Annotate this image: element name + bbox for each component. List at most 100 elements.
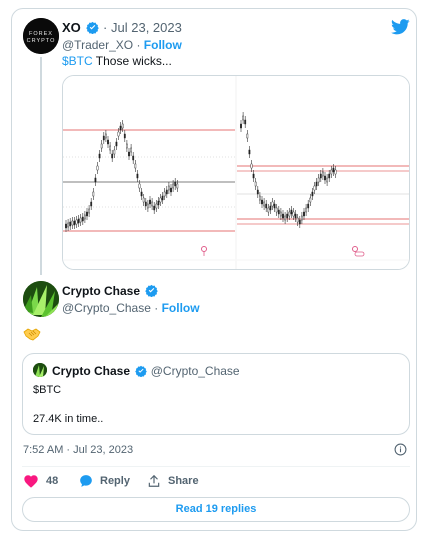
divider [22, 466, 410, 467]
candle-body [134, 163, 137, 169]
candle-body [322, 171, 324, 177]
like-button[interactable]: 48 [23, 474, 58, 488]
tweet-text: $BTC Those wicks... [62, 54, 172, 68]
candle-body [144, 201, 147, 207]
candle-body [254, 181, 257, 187]
candle-body [326, 177, 328, 183]
candle-body [258, 195, 261, 201]
candle-body [71, 220, 74, 226]
candle-body [65, 223, 67, 229]
candle-body [328, 173, 331, 179]
follow-button[interactable]: Follow [144, 38, 182, 52]
candlestick-chart-image [63, 76, 409, 269]
candle-body [79, 217, 82, 223]
candle-body [161, 195, 164, 201]
reply-header: Crypto Chase [62, 284, 159, 300]
candle-body [98, 153, 101, 159]
candle-body [128, 151, 130, 157]
candle-body [102, 135, 105, 141]
reply-author-name[interactable]: Crypto Chase [62, 284, 140, 298]
candle-body [286, 213, 289, 219]
candle-body [123, 133, 126, 139]
candle-body [119, 125, 122, 131]
candle-body [313, 185, 316, 191]
candle-body [109, 145, 112, 151]
candle-body [315, 181, 318, 187]
reply-button[interactable]: Reply [79, 474, 130, 488]
candle-body [75, 219, 78, 225]
candle-body [113, 149, 116, 155]
thread-line [40, 57, 42, 275]
candle-body [167, 185, 170, 191]
candle-body [96, 165, 99, 171]
share-button[interactable]: Share [147, 474, 199, 488]
candle-body [275, 207, 278, 213]
candle-body [292, 211, 295, 217]
candle-body [298, 219, 301, 225]
candle-body [176, 183, 179, 189]
candle-body [303, 211, 305, 217]
follow-button[interactable]: Follow [162, 301, 200, 315]
tweet-media-chart[interactable] [62, 75, 410, 270]
handshake-emoji-icon [23, 327, 41, 346]
quote-tweet[interactable]: Crypto Chase @Crypto_Chase $BTC 27.4K in… [22, 353, 410, 435]
candle-body [140, 191, 143, 197]
candle-body [115, 141, 118, 147]
candle-body [309, 197, 312, 203]
candle-body [84, 214, 86, 220]
candle-body [88, 208, 90, 214]
candle-body [332, 167, 335, 173]
quote-author-name: Crypto Chase [52, 364, 131, 378]
quote-text-line1: $BTC [33, 384, 62, 396]
candle-body [73, 220, 76, 226]
candle-body [277, 209, 280, 215]
candle-body [265, 203, 268, 209]
tweet-subheader: @Trader_XO · Follow [62, 38, 182, 52]
candle-body [252, 173, 255, 179]
candle-body [138, 183, 141, 189]
reply-bubble-icon [80, 475, 92, 487]
avatar-image [23, 281, 59, 317]
candle-body [263, 201, 265, 207]
candle-body [273, 203, 276, 209]
candle-body [90, 201, 93, 207]
read-replies-button[interactable]: Read 19 replies [22, 497, 410, 522]
candle-body [105, 133, 107, 139]
candle-body [170, 187, 172, 193]
separator: · [103, 20, 108, 35]
candle-body [155, 203, 158, 209]
candle-body [282, 213, 284, 219]
verified-badge-icon [86, 21, 100, 37]
share-label: Share [168, 475, 199, 487]
candle-body [330, 169, 333, 175]
verified-badge-icon [145, 284, 159, 300]
info-icon[interactable] [394, 443, 407, 461]
quote-text-line2: 27.4K in time.. [33, 413, 104, 425]
author-handle[interactable]: @Trader_XO [62, 38, 133, 52]
share-icon [148, 474, 160, 487]
candle-body [279, 211, 282, 217]
reply-author-handle[interactable]: @Crypto_Chase [62, 301, 151, 315]
twitter-bird-icon[interactable] [391, 19, 410, 40]
candle-body [271, 201, 274, 207]
avatar-logo: FOREX CRYPTO [23, 18, 59, 54]
tweet-timestamp[interactable]: 7:52 AM · Jul 23, 2023 [23, 444, 133, 456]
quote-header: Crypto Chase @Crypto_Chase [52, 364, 240, 380]
candle-body [94, 177, 97, 183]
cashtag-link[interactable]: $BTC [62, 54, 93, 68]
candle-body [157, 200, 160, 206]
reply-label: Reply [100, 475, 130, 487]
candle-body [250, 163, 253, 169]
author-name[interactable]: XO [62, 20, 81, 35]
candle-body [300, 215, 303, 221]
candle-body [149, 199, 151, 205]
avatar[interactable]: FOREX CRYPTO [23, 18, 59, 54]
verified-badge-icon [135, 365, 148, 380]
tweet-date[interactable]: Jul 23, 2023 [111, 20, 182, 35]
quote-author-handle: @Crypto_Chase [150, 364, 240, 378]
candle-body [307, 203, 310, 209]
avatar[interactable] [23, 281, 59, 317]
candle-body [77, 218, 80, 224]
candle-body [153, 205, 156, 211]
candle-body [130, 147, 133, 153]
